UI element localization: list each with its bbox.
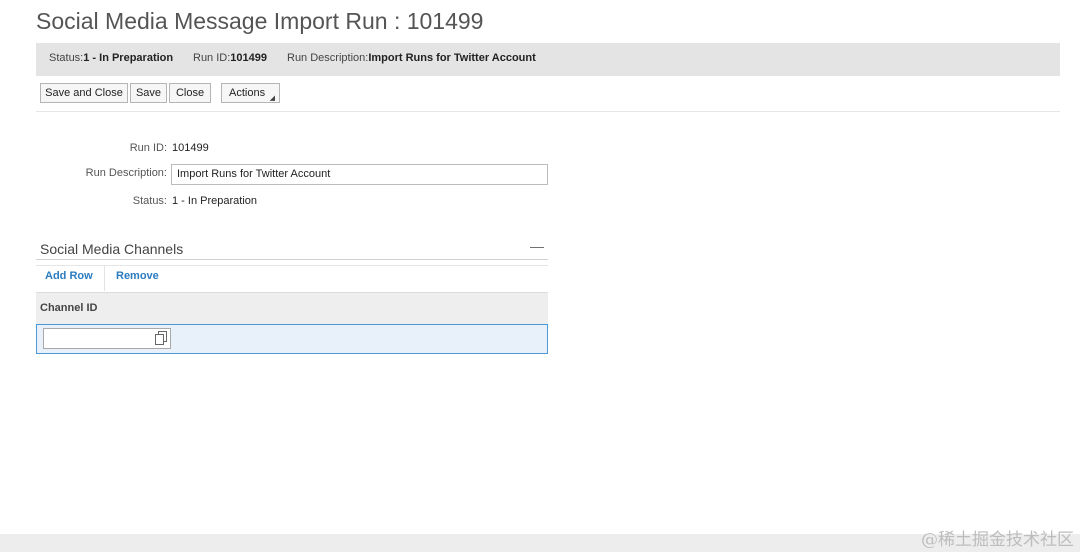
run-description-label: Run Description: bbox=[85, 167, 167, 179]
actions-menu-button[interactable]: Actions ◢ bbox=[221, 83, 280, 103]
run-id-item: Run ID:101499 bbox=[193, 52, 268, 64]
add-row-button[interactable]: Add Row bbox=[45, 270, 93, 282]
remove-button[interactable]: Remove bbox=[116, 270, 159, 282]
close-button[interactable]: Close bbox=[169, 83, 211, 103]
value-help-icon[interactable] bbox=[154, 330, 168, 346]
dropdown-corner-icon: ◢ bbox=[269, 95, 275, 102]
save-and-close-button[interactable]: Save and Close bbox=[40, 83, 128, 103]
run-id-value: 101499 bbox=[172, 142, 209, 154]
run-id-label: Run ID: bbox=[129, 142, 167, 154]
section-divider bbox=[36, 259, 548, 260]
social-media-channels-title: Social Media Channels bbox=[40, 241, 184, 257]
status-bar: Status:1 - In Preparation Run ID:101499 … bbox=[36, 43, 1060, 76]
run-description-input[interactable]: Import Runs for Twitter Account bbox=[171, 164, 548, 185]
channel-id-column-header: Channel ID bbox=[40, 302, 98, 314]
channel-id-input[interactable] bbox=[43, 328, 171, 349]
status-label: Status: bbox=[132, 195, 167, 207]
run-description-item: Run Description:Import Runs for Twitter … bbox=[287, 52, 536, 64]
table-toolbar-top-divider bbox=[36, 265, 548, 266]
minus-icon[interactable]: — bbox=[530, 238, 544, 254]
footer-bar bbox=[0, 534, 1080, 552]
page-title: Social Media Message Import Run : 101499 bbox=[36, 8, 484, 34]
table-header: Channel ID bbox=[36, 292, 548, 324]
status-value: 1 - In Preparation bbox=[172, 195, 257, 207]
toolbar-separator bbox=[104, 266, 105, 291]
toolbar-divider bbox=[36, 111, 1060, 112]
status-item: Status:1 - In Preparation bbox=[49, 52, 174, 64]
watermark: @稀土掘金技术社区 bbox=[921, 530, 1074, 550]
save-button[interactable]: Save bbox=[130, 83, 167, 103]
actions-label: Actions bbox=[229, 87, 266, 99]
